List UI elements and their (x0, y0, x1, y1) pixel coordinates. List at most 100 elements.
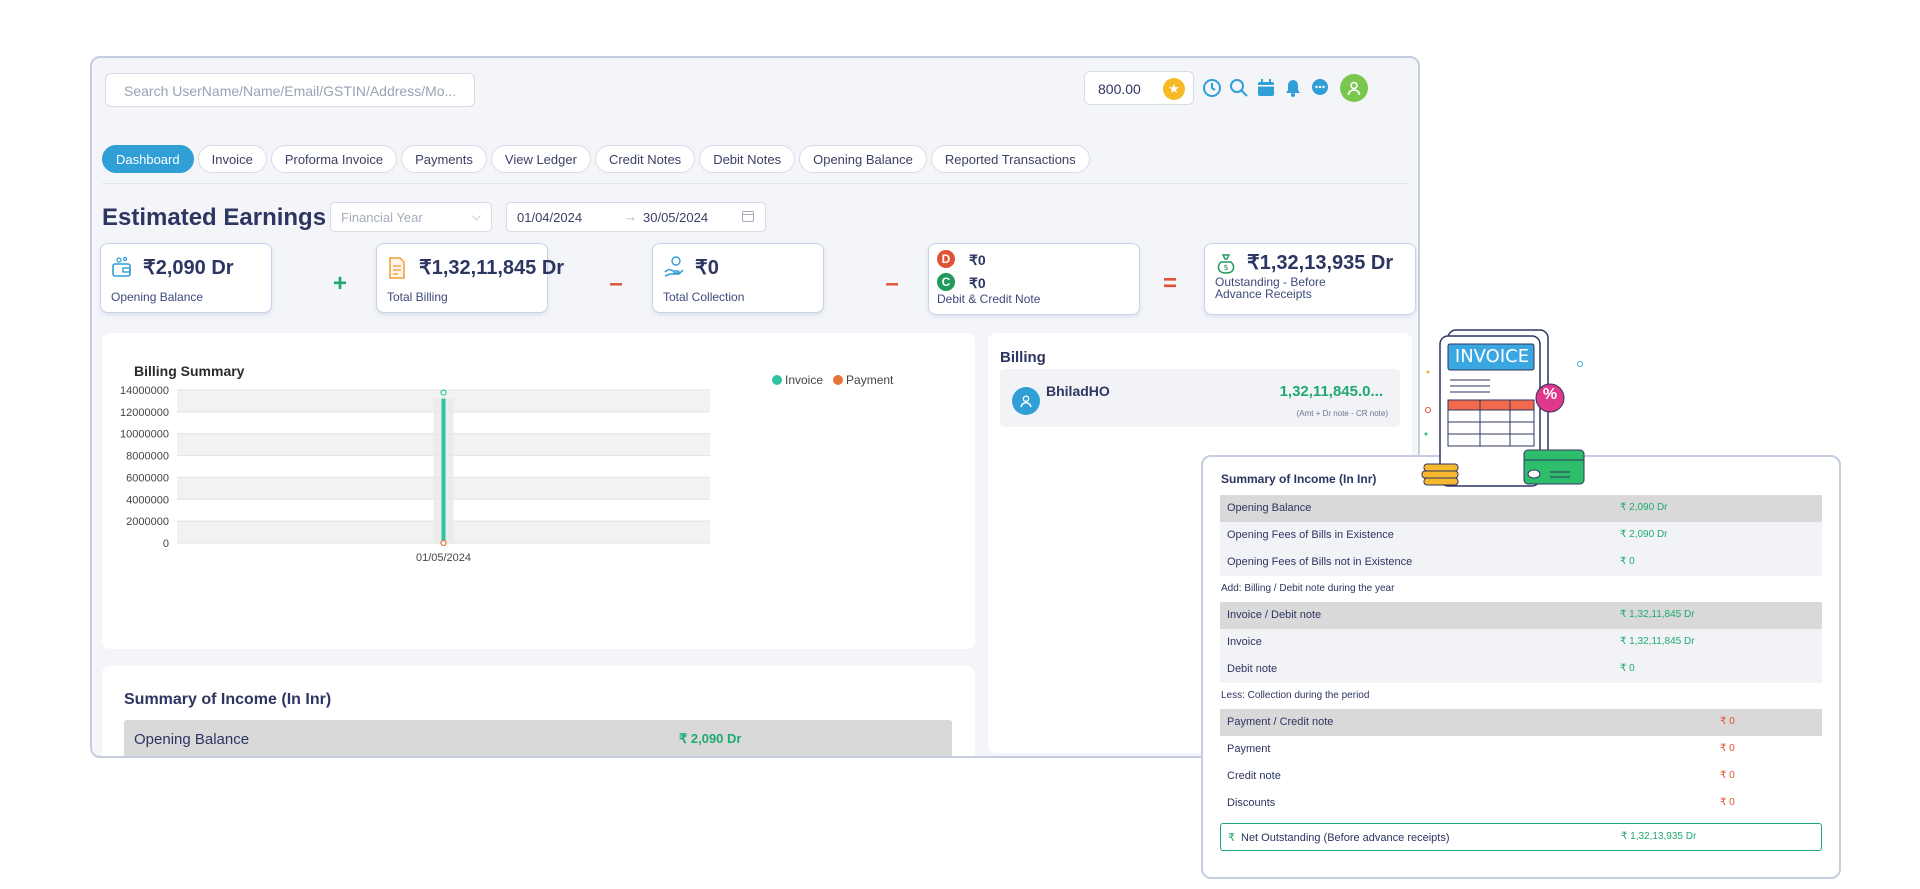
chevron-down-icon: ⌵ (471, 209, 481, 223)
net-outstanding-label: ₹ Net Outstanding (Before advance receipt… (1228, 831, 1450, 844)
summary-row-label: Opening Balance (134, 731, 250, 748)
equals-operator: = (1160, 270, 1180, 298)
y-tick-label: 6000000 (126, 472, 169, 484)
point-payment (440, 539, 447, 547)
summary-income-panel: Summary of Income (In Inr) Opening Balan… (102, 666, 975, 756)
bell-icon[interactable] (1282, 78, 1303, 99)
row-label: Discounts (1227, 797, 1276, 809)
debit-credit-note-label: Debit & Credit Note (937, 292, 1041, 306)
row-value: ₹ 2,090 Dr (1620, 529, 1668, 540)
search-icon[interactable] (1228, 78, 1249, 99)
y-tick-label: 14000000 (120, 385, 169, 397)
summary-row-fees-not-existence: Opening Fees of Bills not in Existence ₹ … (1220, 549, 1822, 576)
billing-summary-panel: Billing Summary Invoice Payment 0 2000000… (102, 333, 975, 649)
top-toolbar (1201, 74, 1368, 102)
chat-icon[interactable] (1309, 78, 1330, 99)
row-value: ₹ 0 (1720, 743, 1735, 754)
tab-view-ledger[interactable]: View Ledger (490, 145, 591, 173)
minus-operator: – (606, 270, 626, 298)
equals-sign: = (1162, 270, 1177, 297)
page-title: Estimated Earnings (102, 204, 327, 231)
y-tick-label: 10000000 (120, 429, 169, 441)
clock-icon[interactable] (1201, 78, 1222, 99)
arrow-right-icon: → (624, 209, 637, 224)
tab-credit-notes[interactable]: Credit Notes (594, 145, 696, 173)
outstanding-card: $ ₹1,32,13,935 Dr Outstanding - Before A… (1204, 243, 1416, 315)
row-label: Payment (1227, 743, 1271, 755)
row-label: Invoice (1227, 636, 1262, 648)
summary-card-title: Summary of Income (In Inr) (1221, 472, 1377, 486)
total-billing-value: ₹1,32,11,845 Dr (419, 257, 565, 279)
bar-invoice (441, 398, 446, 543)
document-icon (387, 256, 407, 285)
invoice-illustration: INVOICE % (1420, 320, 1600, 500)
row-label: Opening Fees of Bills in Existence (1227, 529, 1394, 541)
coin-icon: ★ (1163, 78, 1185, 100)
row-label: Opening Fees of Bills not in Existence (1227, 556, 1413, 568)
summary-row-debit-note: Debit note ₹ 0 (1220, 656, 1822, 683)
user-avatar-icon[interactable] (1340, 74, 1368, 102)
svg-text:$: $ (1224, 263, 1229, 272)
tab-payments[interactable]: Payments (401, 145, 487, 173)
wallet-icon (111, 256, 133, 285)
billing-row[interactable]: BhiladHO 1,32,11,845.0... (Amt + Dr note… (1000, 369, 1400, 427)
row-label: Invoice / Debit note (1227, 609, 1322, 621)
plus-operator: + (330, 270, 350, 298)
row-value: ₹ 0 (1720, 770, 1735, 781)
divider (102, 183, 1408, 184)
tab-proforma-invoice[interactable]: Proforma Invoice (270, 145, 398, 173)
summary-title: Summary of Income (In Inr) (124, 691, 332, 708)
tab-reported-transactions[interactable]: Reported Transactions (930, 145, 1090, 173)
tab-dashboard[interactable]: Dashboard (102, 145, 194, 173)
y-tick-label: 12000000 (120, 407, 169, 419)
date-range-picker[interactable]: 01/04/2024 → 30/05/2024 (506, 202, 766, 232)
tab-bar: Dashboard Invoice Proforma Invoice Payme… (102, 145, 1090, 173)
net-outstanding-row: ₹ Net Outstanding (Before advance receipt… (1220, 823, 1822, 851)
section-add-label: Add: Billing / Debit note during the yea… (1221, 583, 1395, 594)
row-value: ₹ 0 (1720, 716, 1735, 727)
total-collection-label: Total Collection (663, 290, 745, 304)
search-input[interactable]: Search UserName/Name/Email/GSTIN/Address… (105, 73, 475, 107)
date-to: 30/05/2024 (643, 210, 709, 225)
row-value: ₹ 0 (1620, 663, 1635, 674)
billing-name: BhiladHO (1046, 383, 1110, 399)
summary-row: Opening Balance ₹ 2,090 Dr (124, 720, 952, 756)
summary-row-payment: Payment ₹ 0 (1220, 736, 1822, 763)
coin-balance[interactable]: 800.00 ★ (1084, 71, 1194, 105)
calendar-icon[interactable] (1255, 78, 1276, 99)
financial-year-select[interactable]: Financial Year ⌵ (330, 202, 492, 232)
plus-sign: + (332, 270, 347, 297)
rupee-icon: ₹ (1228, 832, 1235, 844)
tab-invoice[interactable]: Invoice (197, 145, 267, 173)
point-invoice (440, 389, 447, 396)
summary-row-invoice-debit: Invoice / Debit note ₹ 1,32,11,845 Dr (1220, 602, 1822, 629)
date-from: 01/04/2024 (517, 210, 583, 225)
billing-note: (Amt + Dr note - CR note) (1296, 409, 1388, 418)
minus-operator-2: – (882, 270, 902, 298)
row-value: ₹ 0 (1720, 797, 1735, 808)
percent-icon: % (1542, 386, 1558, 403)
x-tick-label: 01/05/2024 (416, 552, 471, 564)
row-label: Opening Balance (1227, 502, 1312, 514)
tab-opening-balance[interactable]: Opening Balance (799, 145, 927, 173)
tab-debit-notes[interactable]: Debit Notes (699, 145, 796, 173)
section-less-label: Less: Collection during the period (1221, 690, 1370, 701)
summary-row-discounts: Discounts ₹ 0 (1220, 790, 1822, 817)
outstanding-label-line2: Advance Receipts (1215, 287, 1312, 301)
summary-row-invoice: Invoice ₹ 1,32,11,845 Dr (1220, 629, 1822, 656)
total-billing-label: Total Billing (387, 290, 448, 304)
net-label-text: Net Outstanding (Before advance receipts… (1241, 832, 1450, 844)
row-label: Payment / Credit note (1227, 716, 1334, 728)
credit-badge: C (937, 273, 955, 291)
total-collection-card: ₹0 Total Collection (652, 243, 824, 313)
billing-title: Billing (1000, 349, 1046, 366)
hand-coin-icon (663, 256, 685, 283)
y-tick-label: 8000000 (126, 451, 169, 463)
user-icon (1012, 387, 1040, 415)
credit-note-value: ₹0 (969, 275, 986, 291)
net-outstanding-value: ₹ 1,32,13,935 Dr (1621, 831, 1697, 842)
coin-balance-value: 800.00 (1098, 81, 1141, 97)
summary-row-fees-existence: Opening Fees of Bills in Existence ₹ 2,09… (1220, 522, 1822, 549)
minus-sign: – (885, 270, 899, 297)
y-tick-label: 4000000 (126, 494, 169, 506)
